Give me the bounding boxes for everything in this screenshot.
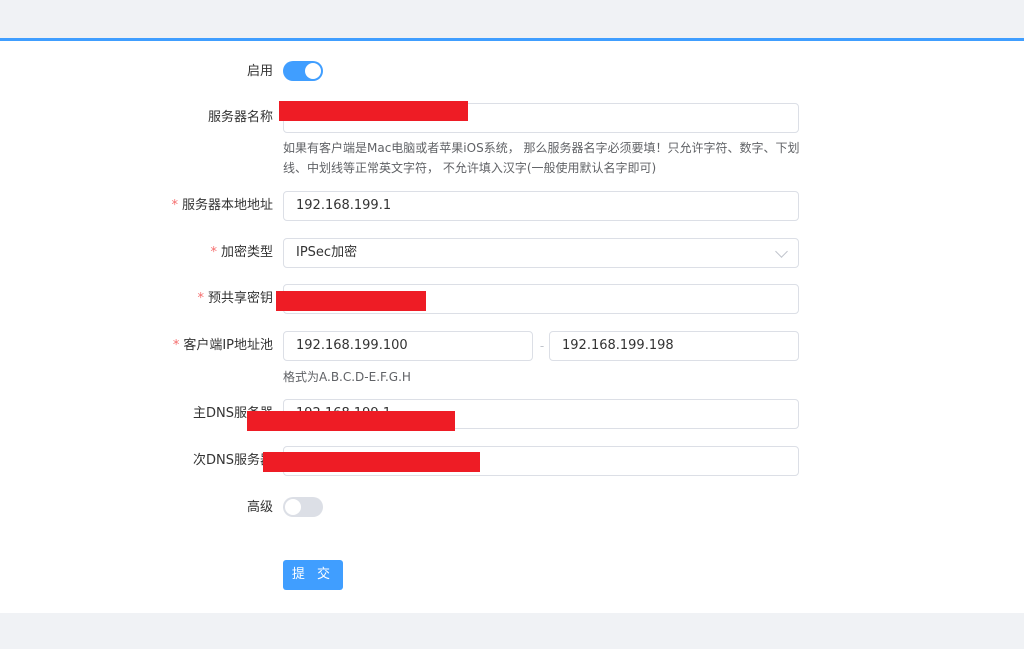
encryption-label: * 加密类型 (210, 245, 273, 260)
top-bar (0, 0, 1024, 39)
redaction-secondary-dns (263, 452, 480, 472)
server-name-hint: 如果有客户端是Mac电脑或者苹果iOS系统， 那么服务器名字必须要填！只允许字符… (283, 141, 800, 175)
local-address-input[interactable]: 192.168.199.1 (283, 191, 799, 221)
chevron-down-icon (775, 245, 788, 258)
client-pool-start-input[interactable]: 192.168.199.100 (283, 331, 533, 361)
redaction-primary-dns (247, 411, 455, 431)
client-pool-label: * 客户端IP地址池 (172, 338, 273, 353)
advanced-switch[interactable] (283, 497, 323, 517)
client-pool-hint: 格式为A.B.C.D-E.F.G.H (283, 370, 411, 384)
submit-button[interactable]: 提 交 (283, 560, 343, 590)
encryption-select[interactable]: IPSec加密 (283, 238, 799, 268)
redaction-psk (276, 291, 426, 311)
client-pool-end-input[interactable]: 192.168.199.198 (549, 331, 799, 361)
primary-dns-label: 主DNS服务器 (193, 406, 273, 421)
footer-area (0, 613, 1024, 649)
server-name-label: 服务器名称 (207, 110, 273, 125)
secondary-dns-label: 次DNS服务器 (193, 453, 273, 468)
switch-knob (305, 63, 321, 79)
switch-knob (285, 499, 301, 515)
local-address-label: * 服务器本地地址 (171, 198, 273, 213)
enable-switch[interactable] (283, 61, 323, 81)
enable-label: 启用 (246, 64, 273, 79)
range-separator: - (539, 339, 545, 353)
psk-label: * 预共享密钥 (197, 291, 273, 306)
advanced-label: 高级 (246, 500, 273, 515)
redaction-server-name (279, 101, 468, 121)
